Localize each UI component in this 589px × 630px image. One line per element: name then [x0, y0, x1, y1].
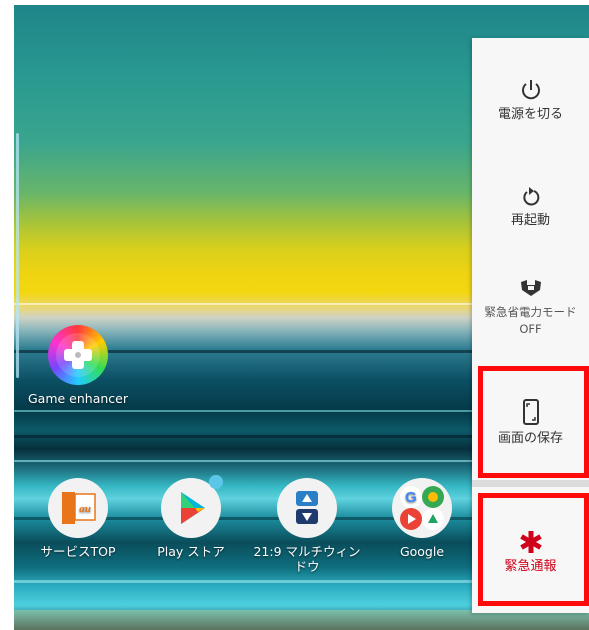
power-menu-separator [472, 480, 589, 487]
dock-app-multi-window[interactable]: 21:9 マルチウィンドウ [250, 478, 364, 574]
stamina-mode-label: 緊急省電力モード [484, 305, 577, 319]
app-label: Google [399, 544, 445, 559]
dock-app-google[interactable]: G Google [374, 478, 470, 559]
restart-icon [522, 187, 539, 206]
battery-saver-icon [520, 280, 541, 296]
app-label: 21:9 マルチウィンドウ [253, 544, 361, 574]
game-enhancer-icon [48, 325, 108, 385]
wallpaper-streak [14, 610, 589, 630]
dock-app-play-store[interactable]: Play ストア [143, 475, 239, 559]
svg-text:au: au [79, 503, 91, 515]
highlight-screenshot [478, 366, 589, 478]
stamina-mode-button[interactable]: 緊急省電力モード OFF [472, 276, 589, 338]
stamina-mode-state: OFF [519, 322, 542, 336]
highlight-emergency [478, 493, 589, 606]
power-off-label: 電源を切る [497, 107, 563, 122]
multi-window-icon [277, 478, 337, 538]
edge-handle[interactable] [16, 133, 19, 378]
power-icon [521, 80, 540, 100]
game-enhancer-label: Game enhancer [28, 391, 129, 406]
google-folder-icon: G [392, 478, 452, 538]
power-off-button[interactable]: 電源を切る [472, 78, 589, 124]
restart-label: 再起動 [510, 213, 550, 228]
notification-dot [209, 475, 223, 489]
app-label: サービスTOP [40, 544, 116, 559]
app-label: Play ストア [157, 544, 225, 559]
au-icon: au [48, 478, 108, 538]
svg-text:G: G [405, 489, 417, 506]
dock-app-service-top[interactable]: au サービスTOP [30, 478, 126, 559]
game-enhancer-app[interactable]: Game enhancer [28, 325, 128, 406]
play-store-icon [161, 475, 223, 538]
restart-button[interactable]: 再起動 [472, 184, 589, 230]
